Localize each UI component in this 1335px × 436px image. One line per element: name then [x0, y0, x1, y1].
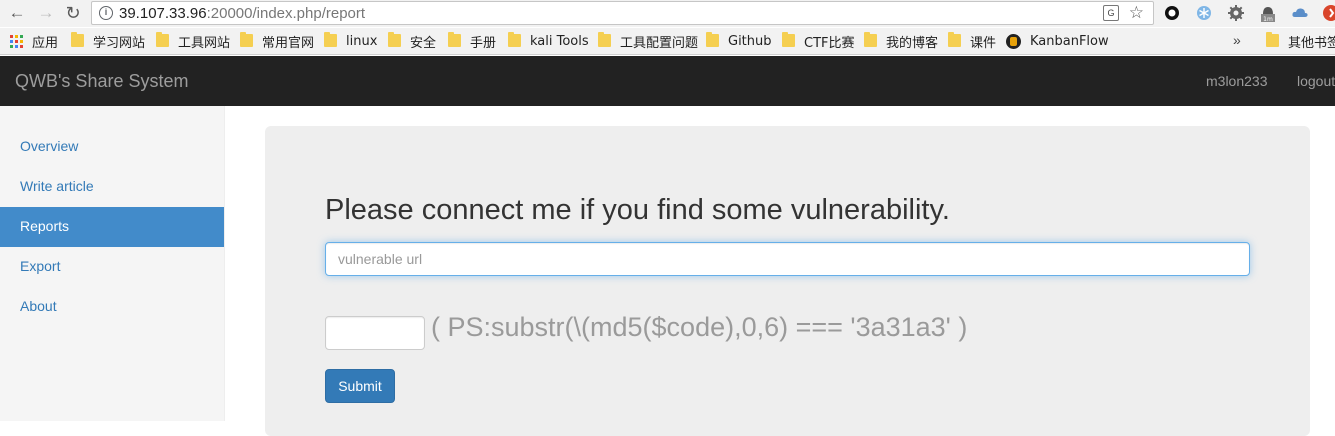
- bookmark-star-icon[interactable]: ☆: [1129, 3, 1144, 23]
- code-input[interactable]: [325, 316, 425, 350]
- folder-icon: [388, 32, 401, 47]
- folder-icon: [706, 32, 719, 47]
- bookmark-label: 安全: [410, 36, 437, 51]
- bookmark-folder[interactable]: 手册: [448, 32, 497, 51]
- bookmark-label: 工具配置问题: [620, 36, 699, 51]
- folder-icon: [508, 32, 521, 47]
- bookmark-label: 我的博客: [886, 36, 939, 51]
- bookmark-label: CTF比赛: [804, 36, 855, 51]
- url-host: 39.107.33.96: [119, 5, 207, 22]
- bookmark-folder[interactable]: 安全: [388, 32, 437, 51]
- address-bar[interactable]: i 39.107.33.96:20000/index.php/report G …: [91, 1, 1154, 25]
- bookmark-folder[interactable]: 工具配置问题: [598, 32, 699, 51]
- sidebar-item-export[interactable]: Export: [0, 247, 224, 287]
- extension-snowflake-icon[interactable]: [1195, 4, 1213, 22]
- report-panel: Please connect me if you find some vulne…: [265, 126, 1310, 436]
- bookmark-label: 其他书签: [1288, 36, 1335, 51]
- extension-gear-icon[interactable]: [1227, 4, 1245, 22]
- url-path: :20000/index.php/report: [206, 5, 366, 22]
- folder-icon: [1266, 32, 1279, 47]
- bookmark-label: 课件: [970, 36, 997, 51]
- extension-ring-icon[interactable]: [1163, 4, 1181, 22]
- svg-text:1m: 1m: [1263, 16, 1273, 22]
- url-text[interactable]: 39.107.33.96:20000/index.php/report: [119, 5, 365, 22]
- extension-red-icon[interactable]: [1322, 4, 1335, 22]
- bookmark-label: KanbanFlow: [1030, 34, 1109, 49]
- app-navbar: QWB's Share System m3lon233 logout: [0, 56, 1335, 106]
- sidebar-item-reports[interactable]: Reports: [0, 207, 224, 247]
- bookmark-label: linux: [346, 34, 378, 49]
- bookmark-label: 学习网站: [93, 36, 146, 51]
- bookmark-label: 应用: [32, 36, 59, 51]
- logout-link[interactable]: logout: [1297, 73, 1335, 89]
- folder-icon: [598, 32, 611, 47]
- bookmark-label: kali Tools: [530, 34, 589, 49]
- bookmark-folder[interactable]: linux: [324, 32, 378, 50]
- translate-icon[interactable]: G: [1103, 5, 1119, 21]
- folder-icon: [324, 32, 337, 47]
- brand-link[interactable]: QWB's Share System: [15, 71, 188, 92]
- bookmark-apps[interactable]: 应用: [10, 33, 59, 51]
- folder-icon: [782, 32, 795, 47]
- folder-icon: [948, 32, 961, 47]
- extension-lock-icon[interactable]: 1m: [1259, 4, 1277, 22]
- apps-grid-icon: [10, 35, 23, 48]
- sidebar-item-write-article[interactable]: Write article: [0, 167, 224, 207]
- bookmarks-bar: 应用 学习网站 工具网站 常用官网 linux 安全 手册 kali Tools…: [0, 28, 1335, 55]
- forward-icon[interactable]: →: [35, 2, 57, 24]
- folder-icon: [448, 32, 461, 47]
- bookmark-label: 工具网站: [178, 36, 231, 51]
- bookmark-folder[interactable]: kali Tools: [508, 32, 589, 50]
- sidebar-item-about[interactable]: About: [0, 287, 224, 327]
- sidebar: Overview Write article Reports Export Ab…: [0, 106, 225, 421]
- bookmark-folder[interactable]: Github: [706, 32, 772, 50]
- bookmark-other-folder[interactable]: 其他书签: [1266, 32, 1335, 51]
- bookmark-folder[interactable]: 学习网站: [71, 32, 146, 51]
- bookmark-folder[interactable]: 我的博客: [864, 32, 939, 51]
- user-link[interactable]: m3lon233: [1206, 73, 1268, 89]
- page-title: Please connect me if you find some vulne…: [325, 194, 950, 226]
- submit-button[interactable]: Submit: [325, 369, 395, 403]
- bookmark-label: 手册: [470, 36, 497, 51]
- sidebar-item-overview[interactable]: Overview: [0, 127, 224, 167]
- extension-cloud-icon[interactable]: [1291, 4, 1309, 22]
- bookmark-label: 常用官网: [262, 36, 315, 51]
- bookmark-label: Github: [728, 34, 772, 49]
- bookmark-folder[interactable]: 工具网站: [156, 32, 231, 51]
- bookmark-folder[interactable]: CTF比赛: [782, 32, 855, 51]
- captcha-hint: ( PS:substr(\(md5($code),0,6) === '3a31a…: [431, 312, 968, 342]
- bookmark-folder[interactable]: 课件: [948, 32, 997, 51]
- browser-toolbar: ← → ↻ i 39.107.33.96:20000/index.php/rep…: [0, 0, 1335, 27]
- vulnerable-url-input[interactable]: [325, 242, 1250, 276]
- reload-icon[interactable]: ↻: [62, 2, 84, 24]
- site-info-icon[interactable]: i: [99, 6, 113, 20]
- folder-icon: [156, 32, 169, 47]
- bookmark-kanbanflow[interactable]: KanbanFlow: [1006, 33, 1109, 50]
- folder-icon: [71, 32, 84, 47]
- back-icon[interactable]: ←: [6, 2, 28, 24]
- folder-icon: [864, 32, 877, 47]
- bookmark-folder[interactable]: 常用官网: [240, 32, 315, 51]
- folder-icon: [240, 32, 253, 47]
- more-bookmarks-icon[interactable]: »: [1233, 32, 1241, 48]
- kanbanflow-icon: [1006, 34, 1021, 49]
